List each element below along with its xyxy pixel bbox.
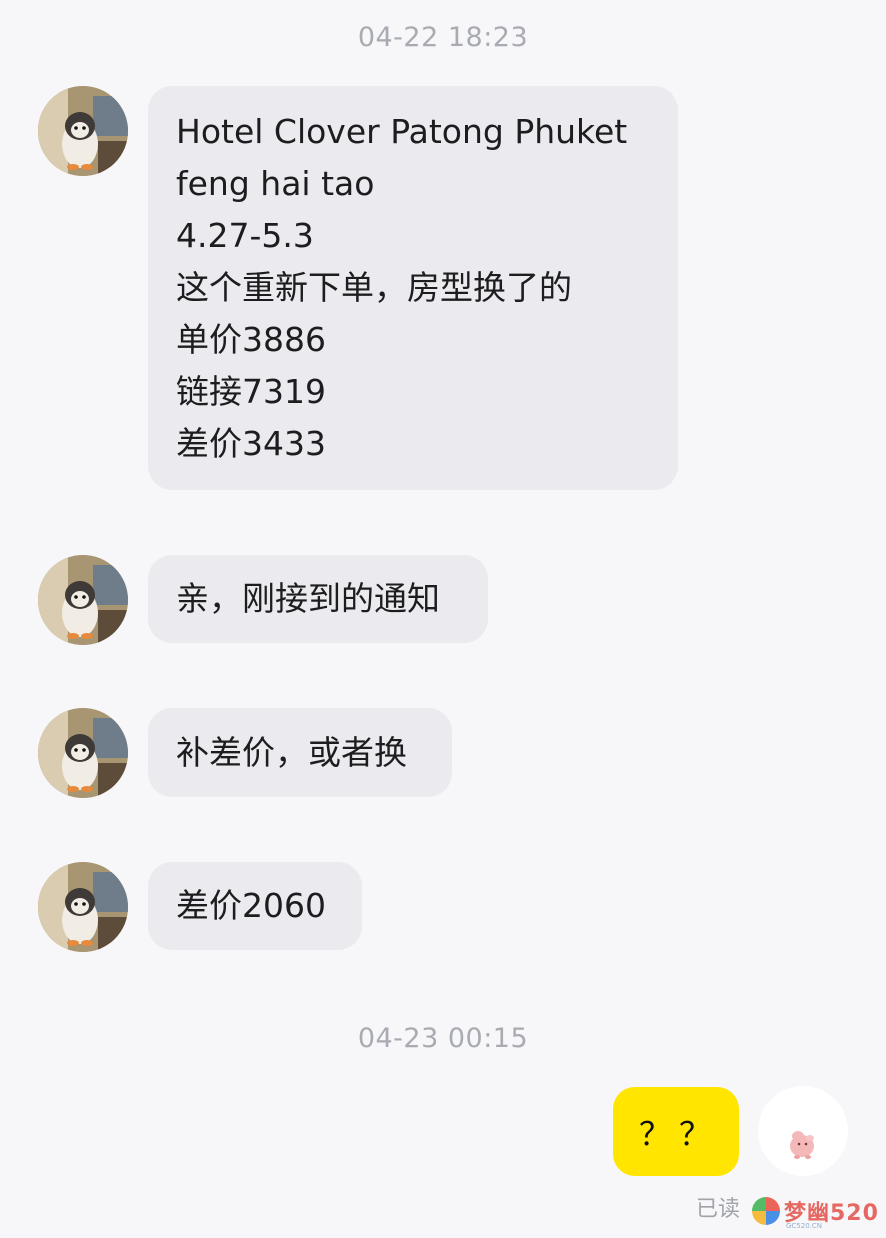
timestamp: 04-22 18:23: [357, 22, 529, 53]
message-line: 4.27-5.3: [176, 216, 314, 255]
message-bubble[interactable]: 亲，刚接到的通知: [148, 555, 488, 643]
watermark-subtext: GC520.CN: [786, 1222, 823, 1230]
pink-pig-icon: [790, 1131, 814, 1159]
penguin-plush-icon: [38, 86, 128, 176]
penguin-plush-icon: [38, 555, 128, 645]
watermark-logo-icon: [752, 1197, 780, 1225]
message-line: 单价3886: [176, 320, 326, 359]
my-message-bubble[interactable]: ？？: [613, 1087, 739, 1176]
message-bubble[interactable]: 差价2060: [148, 862, 362, 950]
timestamp: 04-23 00:15: [357, 1023, 529, 1054]
chat-window: 04-22 18:23 Hotel Clover Patong Phuket f…: [0, 0, 886, 1238]
message-line: 链接7319: [176, 372, 326, 411]
contact-avatar[interactable]: [38, 708, 128, 798]
penguin-plush-icon: [38, 708, 128, 798]
contact-avatar[interactable]: [38, 555, 128, 645]
message-line: Hotel Clover Patong Phuket: [176, 112, 628, 151]
watermark: 梦幽520 GC520.CN: [752, 1188, 886, 1234]
message-line: 差价3433: [176, 424, 326, 463]
contact-avatar[interactable]: [38, 86, 128, 176]
my-avatar[interactable]: [758, 1086, 848, 1176]
message-bubble[interactable]: Hotel Clover Patong Phuket feng hai tao …: [148, 86, 678, 490]
message-line: feng hai tao: [176, 164, 375, 203]
penguin-plush-icon: [38, 862, 128, 952]
contact-avatar[interactable]: [38, 862, 128, 952]
message-bubble[interactable]: 补差价，或者换: [148, 708, 452, 797]
read-status: 已读: [696, 1197, 741, 1222]
message-line: 这个重新下单，房型换了的: [176, 268, 572, 307]
